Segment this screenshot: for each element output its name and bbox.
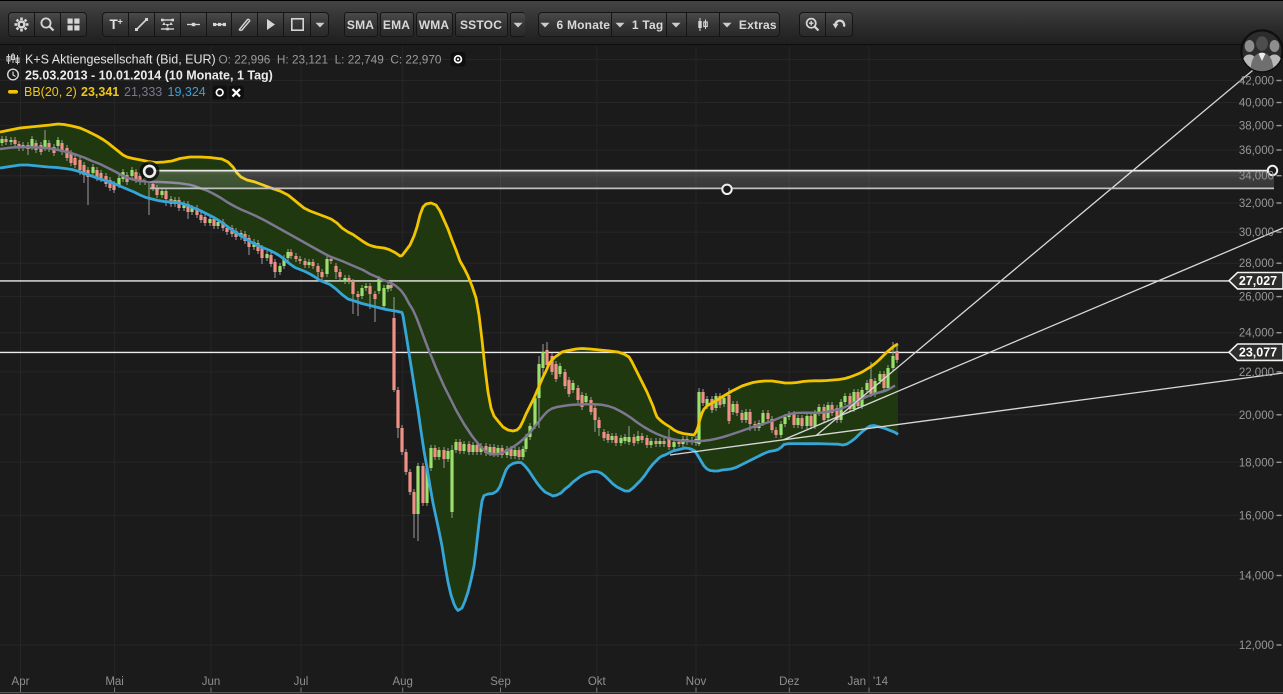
svg-text:Mai: Mai	[105, 676, 124, 688]
svg-text:Jun: Jun	[202, 676, 221, 688]
svg-text:18,000: 18,000	[1239, 457, 1274, 469]
svg-text:Aug: Aug	[392, 676, 412, 688]
svg-text:Apr: Apr	[12, 676, 30, 688]
svg-text:+: +	[117, 17, 122, 27]
svg-text:Nov: Nov	[686, 676, 707, 688]
svg-text:20,000: 20,000	[1239, 410, 1274, 422]
svg-text:28,000: 28,000	[1239, 258, 1274, 270]
svg-text:22,000: 22,000	[1239, 367, 1274, 379]
svg-text:K+S Aktiengesellschaft (Bid, E: K+S Aktiengesellschaft (Bid, EUR)	[25, 53, 216, 67]
svg-text:Jul: Jul	[294, 676, 309, 688]
svg-text:40,000: 40,000	[1239, 98, 1274, 110]
svg-text:O: 22,996 H: 23,121 L: 22,74: O: 22,996 H: 23,121 L: 22,749 C: 22,970	[219, 53, 442, 67]
svg-text:Sep: Sep	[490, 676, 510, 688]
svg-text:Jan: Jan	[847, 676, 866, 688]
svg-text:14,000: 14,000	[1239, 571, 1274, 583]
svg-text:16,000: 16,000	[1239, 510, 1274, 522]
svg-text:34,000: 34,000	[1239, 171, 1274, 183]
svg-text:27,027: 27,027	[1239, 274, 1277, 288]
svg-text:32,000: 32,000	[1239, 198, 1274, 210]
svg-text:'14: '14	[873, 676, 889, 688]
svg-text:21,333: 21,333	[124, 85, 162, 99]
svg-text:23,077: 23,077	[1239, 346, 1277, 360]
svg-text:Okt: Okt	[588, 676, 607, 688]
svg-text:23,341: 23,341	[81, 85, 119, 99]
svg-text:30,000: 30,000	[1239, 227, 1274, 239]
svg-text:36,000: 36,000	[1239, 145, 1274, 157]
svg-text:24,000: 24,000	[1239, 328, 1274, 340]
svg-text:26,000: 26,000	[1239, 292, 1274, 304]
svg-text:19,324: 19,324	[168, 85, 206, 99]
svg-text:Dez: Dez	[779, 676, 800, 688]
svg-text:BB(20, 2): BB(20, 2)	[24, 85, 77, 99]
svg-text:42,000: 42,000	[1239, 76, 1274, 88]
svg-text:12,000: 12,000	[1239, 640, 1274, 652]
svg-text:38,000: 38,000	[1239, 121, 1274, 133]
svg-text:25.03.2013 - 10.01.2014 (10 Mo: 25.03.2013 - 10.01.2014 (10 Monate, 1 Ta…	[25, 69, 273, 83]
